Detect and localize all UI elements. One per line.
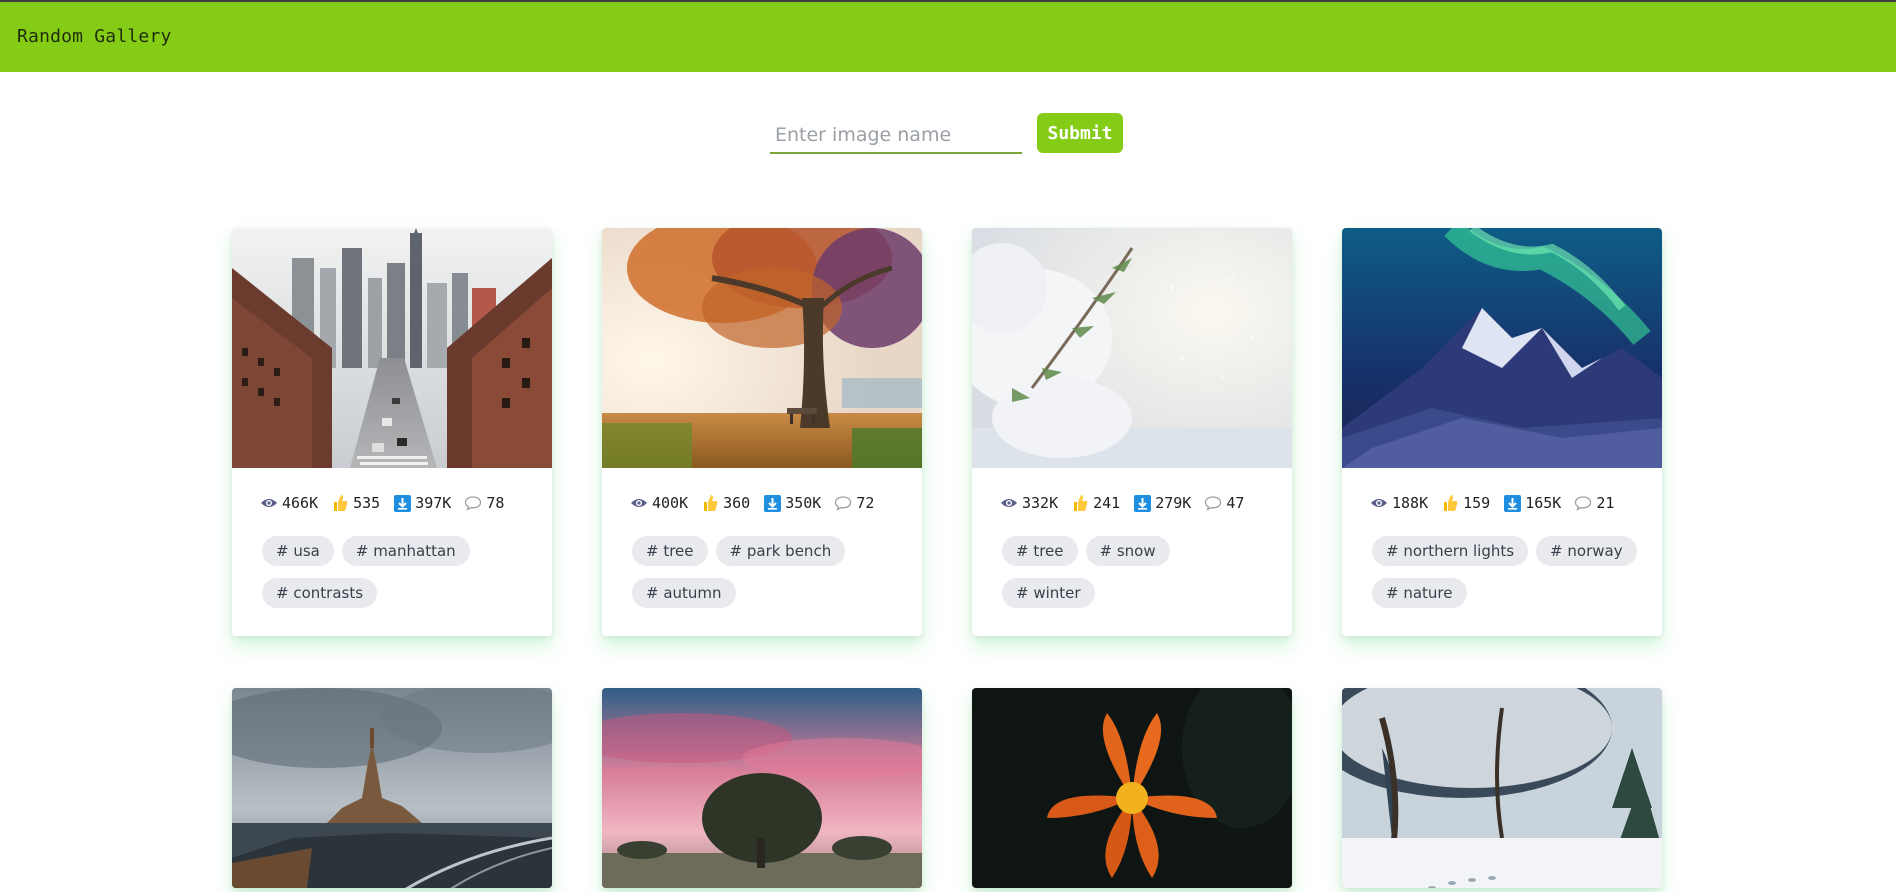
download-icon: [1132, 494, 1152, 512]
gallery-card[interactable]: [1342, 688, 1662, 888]
downloads-stat: 350K: [762, 494, 821, 512]
views-stat: 332K: [999, 494, 1058, 512]
card-image-orange-lily[interactable]: [972, 688, 1292, 888]
tag-chip[interactable]: # contrasts: [262, 578, 378, 608]
likes-stat: 241: [1070, 494, 1120, 512]
download-icon: [762, 494, 782, 512]
tag-chip[interactable]: # park bench: [715, 536, 846, 566]
thumbs-up-icon: [1440, 494, 1460, 512]
download-icon: [392, 494, 412, 512]
gallery-card[interactable]: 188K 159 165K 21 # northern lights # norw…: [1342, 228, 1662, 636]
card-image-snowy-branch[interactable]: [972, 228, 1292, 468]
card-stats: 400K 360 350K 72: [629, 492, 874, 514]
downloads-count: 397K: [415, 494, 452, 512]
snowy-branch-image: [972, 228, 1292, 468]
tag-chip[interactable]: # nature: [1372, 578, 1467, 608]
orange-lily-image: [972, 688, 1292, 888]
views-count: 188K: [1392, 494, 1429, 512]
tag-list: # northern lights # norway # nature: [1372, 536, 1652, 620]
card-stats: 332K 241 279K 47: [999, 492, 1244, 514]
views-count: 332K: [1022, 494, 1059, 512]
likes-count: 535: [353, 494, 381, 512]
top-bar: Random Gallery: [0, 0, 1896, 72]
comment-icon: [463, 494, 483, 512]
tag-chip[interactable]: # tree: [632, 536, 708, 566]
comment-icon: [833, 494, 853, 512]
tag-chip[interactable]: # autumn: [632, 578, 736, 608]
tag-chip[interactable]: # norway: [1536, 536, 1637, 566]
card-image-northern-lights[interactable]: [1342, 228, 1662, 468]
autumn-tree-image: [602, 228, 922, 468]
comments-stat: 72: [833, 494, 874, 512]
gallery-card[interactable]: [232, 688, 552, 888]
tag-list: # tree # snow # winter: [1002, 536, 1282, 620]
views-stat: 400K: [629, 494, 688, 512]
card-image-lone-tree-sunset[interactable]: [602, 688, 922, 888]
likes-stat: 159: [1440, 494, 1490, 512]
gallery-card[interactable]: 466K 535 397K 78 # usa # manhattan # contr…: [232, 228, 552, 636]
tag-chip[interactable]: # northern lights: [1372, 536, 1529, 566]
submit-button[interactable]: Submit: [1037, 113, 1123, 153]
download-icon: [1502, 494, 1522, 512]
comments-stat: 78: [463, 494, 504, 512]
gallery-card[interactable]: 400K 360 350K 72 # tree # park bench # aut…: [602, 228, 922, 636]
views-stat: 188K: [1369, 494, 1428, 512]
card-image-city-street[interactable]: [232, 228, 552, 468]
likes-count: 241: [1093, 494, 1121, 512]
tag-list: # tree # park bench # autumn: [632, 536, 912, 620]
city-street-image: [232, 228, 552, 468]
comments-stat: 47: [1203, 494, 1244, 512]
downloads-stat: 397K: [392, 494, 451, 512]
likes-stat: 360: [700, 494, 750, 512]
eye-icon: [629, 494, 649, 512]
image-name-input[interactable]: [770, 112, 1022, 154]
eye-icon: [1369, 494, 1389, 512]
thumbs-up-icon: [1070, 494, 1090, 512]
thumbs-up-icon: [330, 494, 350, 512]
northern-lights-image: [1342, 228, 1662, 468]
comment-icon: [1203, 494, 1223, 512]
eye-icon: [999, 494, 1019, 512]
comments-count: 21: [1596, 494, 1615, 512]
gallery-card[interactable]: 332K 241 279K 47 # tree # snow # winter: [972, 228, 1292, 636]
thumbs-up-icon: [700, 494, 720, 512]
likes-count: 159: [1463, 494, 1491, 512]
card-image-autumn-tree[interactable]: [602, 228, 922, 468]
downloads-count: 165K: [1525, 494, 1562, 512]
card-stats: 466K 535 397K 78: [259, 492, 504, 514]
tag-list: # usa # manhattan # contrasts: [262, 536, 542, 620]
downloads-count: 279K: [1155, 494, 1192, 512]
gallery-card[interactable]: [972, 688, 1292, 888]
card-image-island-abbey[interactable]: [232, 688, 552, 888]
gallery-card[interactable]: [602, 688, 922, 888]
eye-icon: [259, 494, 279, 512]
tag-chip[interactable]: # snow: [1085, 536, 1170, 566]
views-count: 400K: [652, 494, 689, 512]
tag-chip[interactable]: # winter: [1002, 578, 1095, 608]
lone-tree-sunset-image: [602, 688, 922, 888]
downloads-stat: 279K: [1132, 494, 1191, 512]
comments-count: 47: [1226, 494, 1245, 512]
card-stats: 188K 159 165K 21: [1369, 492, 1614, 514]
tag-chip[interactable]: # usa: [262, 536, 334, 566]
downloads-stat: 165K: [1502, 494, 1561, 512]
comment-icon: [1573, 494, 1593, 512]
tag-chip[interactable]: # manhattan: [341, 536, 470, 566]
snowy-forest-image: [1342, 688, 1662, 888]
card-image-snowy-forest[interactable]: [1342, 688, 1662, 888]
downloads-count: 350K: [785, 494, 822, 512]
comments-count: 72: [856, 494, 875, 512]
views-count: 466K: [282, 494, 319, 512]
tag-chip[interactable]: # tree: [1002, 536, 1078, 566]
likes-count: 360: [723, 494, 751, 512]
island-abbey-image: [232, 688, 552, 888]
comments-stat: 21: [1573, 494, 1614, 512]
views-stat: 466K: [259, 494, 318, 512]
likes-stat: 535: [330, 494, 380, 512]
comments-count: 78: [486, 494, 505, 512]
app-title: Random Gallery: [17, 26, 172, 47]
